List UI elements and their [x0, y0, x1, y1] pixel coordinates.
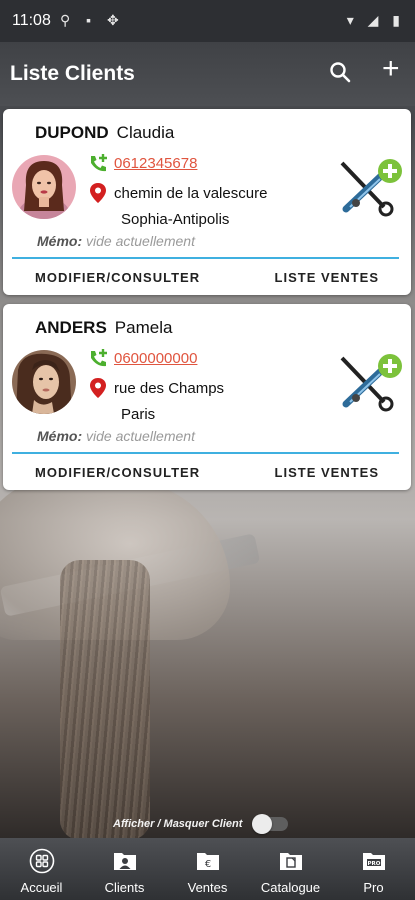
client-card[interactable]: DUPOND Claudia 0612345678 chemin de la va…: [3, 109, 411, 295]
client-memo: Mémo: vide actuellement: [37, 428, 195, 444]
nav-label: Ventes: [187, 880, 228, 895]
nav-clients[interactable]: Clients: [83, 838, 166, 900]
client-last-name: DUPOND: [35, 123, 109, 142]
grid-icon: [29, 848, 54, 874]
background-hair: [60, 560, 150, 840]
page-title: Liste Clients: [10, 62, 135, 85]
client-street: rue des Champs: [114, 380, 225, 397]
edit-client-button[interactable]: MODIFIER/CONSULTER: [35, 270, 200, 285]
phone-add-icon[interactable]: [86, 347, 110, 371]
show-hide-client-row: Afficher / Masquer Client: [0, 813, 415, 837]
client-name: ANDERS Pamela: [35, 318, 172, 338]
memo-value: vide actuellement: [86, 428, 195, 444]
svg-text:€: €: [204, 859, 210, 870]
client-first-name: Pamela: [114, 318, 173, 337]
memo-label: Mémo:: [37, 428, 83, 444]
edit-client-button[interactable]: MODIFIER/CONSULTER: [35, 465, 200, 480]
client-last-name: ANDERS: [35, 318, 107, 337]
toggle-knob[interactable]: [252, 814, 272, 834]
app-bar: Liste Clients +: [0, 42, 415, 106]
avatar: [12, 350, 76, 414]
client-card[interactable]: ANDERS Pamela 0600000000 rue des Champs P…: [3, 304, 411, 490]
memo-value: vide actuellement: [86, 233, 195, 249]
sales-icon: €: [196, 853, 219, 870]
nav-label: Accueil: [20, 880, 63, 895]
avatar: [12, 155, 76, 219]
location-pin-icon: [90, 183, 106, 203]
card-divider: [12, 257, 399, 259]
nav-label: Catalogue: [260, 880, 321, 895]
clients-icon: [113, 853, 136, 870]
client-city: Paris: [121, 406, 156, 423]
pro-icon: PRO: [362, 853, 385, 870]
scissors-add-icon[interactable]: [336, 157, 404, 219]
location-pin-icon: [90, 378, 106, 398]
scissors-add-icon[interactable]: [336, 352, 404, 414]
nav-ventes[interactable]: € Ventes: [166, 838, 249, 900]
status-time: 11:08: [12, 12, 51, 29]
client-name: DUPOND Claudia: [35, 123, 174, 143]
status-notification-icons: ⚲ ▪ ✥: [60, 12, 125, 28]
catalogue-icon: [279, 853, 302, 870]
nav-label: Clients: [104, 880, 145, 895]
client-memo: Mémo: vide actuellement: [37, 233, 195, 249]
nav-accueil[interactable]: Accueil: [0, 838, 83, 900]
client-first-name: Claudia: [116, 123, 175, 142]
sales-list-button[interactable]: LISTE VENTES: [275, 270, 379, 285]
client-phone-link[interactable]: 0612345678: [114, 155, 197, 172]
card-divider: [12, 452, 399, 454]
search-icon[interactable]: [328, 60, 352, 84]
client-street: chemin de la valescure: [114, 185, 268, 202]
status-signal-icons: ▾ ◢ ▮: [346, 12, 405, 28]
status-bar: 11:08 ⚲ ▪ ✥ ▾ ◢ ▮: [0, 0, 415, 42]
add-client-icon[interactable]: +: [382, 54, 400, 84]
svg-text:PRO: PRO: [367, 861, 380, 867]
sales-list-button[interactable]: LISTE VENTES: [275, 465, 379, 480]
nav-catalogue[interactable]: Catalogue: [249, 838, 332, 900]
nav-label: Pro: [363, 880, 384, 895]
nav-pro[interactable]: PRO Pro: [332, 838, 415, 900]
bottom-nav: Accueil Clients € Ventes Catalogue PRO P…: [0, 838, 415, 900]
client-city: Sophia-Antipolis: [121, 211, 230, 228]
phone-add-icon[interactable]: [86, 152, 110, 176]
client-phone-link[interactable]: 0600000000: [114, 350, 197, 367]
show-hide-client-label: Afficher / Masquer Client: [113, 818, 243, 830]
memo-label: Mémo:: [37, 233, 83, 249]
